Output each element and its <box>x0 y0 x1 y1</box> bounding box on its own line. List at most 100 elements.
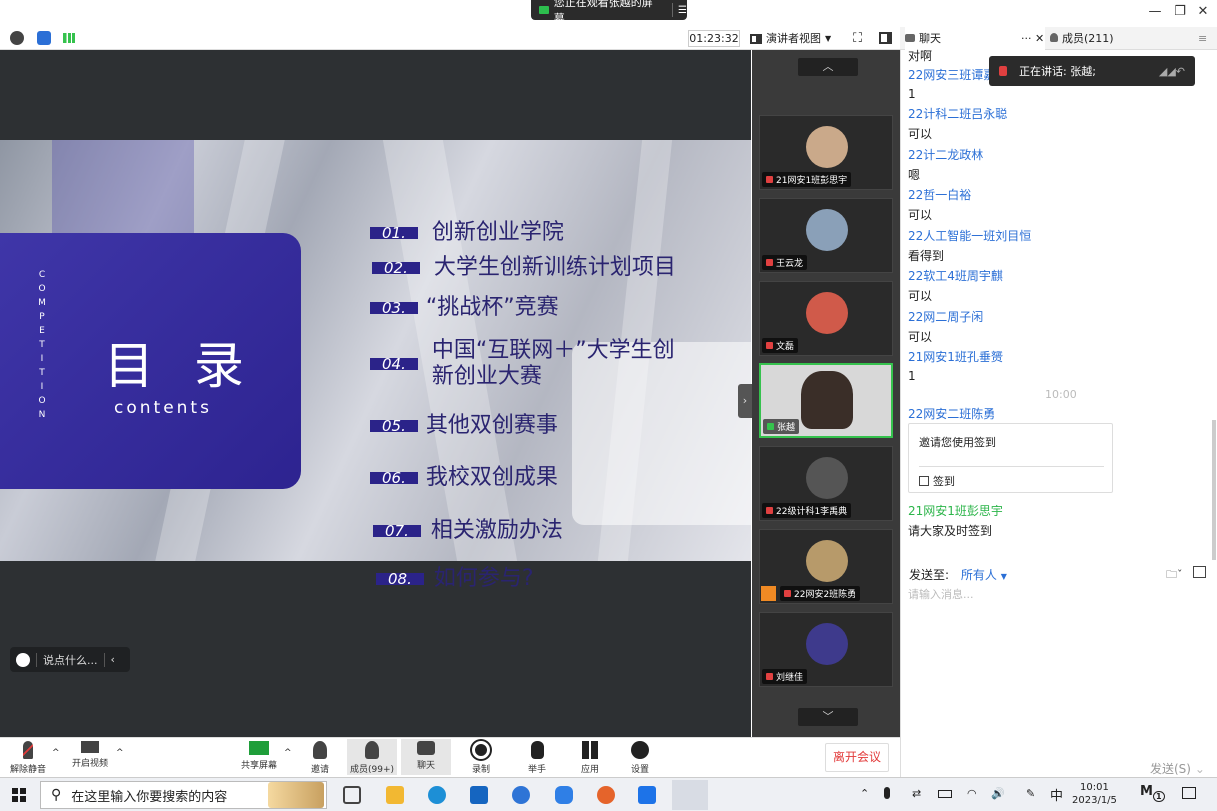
share-banner-text: 您正在观看张越的屏幕 <box>553 0 653 25</box>
clock-time: 10:01 <box>1080 782 1109 793</box>
shared-slide: COMPETITION 目 录 contents 01. 创新创业学院 02. … <box>0 140 751 561</box>
toc-number: 03. <box>370 301 418 316</box>
volume-icon[interactable]: 🔊 <box>991 787 1005 800</box>
screenshot-icon[interactable] <box>1193 566 1206 578</box>
video-tile[interactable]: 22级计科1李禹典 <box>759 446 893 521</box>
raise-hand-button[interactable]: 举手 <box>512 741 562 775</box>
fullscreen-icon[interactable]: ⛶ <box>853 31 862 46</box>
toc-number: 04. <box>370 357 418 372</box>
toc-number: 01. <box>370 226 418 241</box>
task-view-icon[interactable] <box>343 786 361 804</box>
panel-menu-icon[interactable]: ≡ <box>1198 27 1207 50</box>
send-button[interactable]: 发送(S) ⌄ <box>1150 760 1205 777</box>
video-tile[interactable]: 21网安1班彭思宇 <box>759 115 893 190</box>
shield-icon[interactable] <box>37 31 51 45</box>
video-tile[interactable]: 刘继佳 <box>759 612 893 687</box>
send-to-value[interactable]: 所有人 <box>961 568 997 582</box>
presenter-view-dropdown[interactable]: 演讲者视图 ▼ <box>750 30 831 47</box>
toc-number: 08. <box>376 572 424 587</box>
sign-in-action[interactable]: 签到 <box>919 473 955 489</box>
clock-date: 2023/1/5 <box>1072 795 1117 806</box>
avatar <box>806 540 848 582</box>
restore-button[interactable]: ❐ <box>1170 3 1190 21</box>
signal-icon[interactable] <box>63 33 75 43</box>
edge-icon[interactable] <box>428 786 446 804</box>
mail-icon[interactable] <box>470 786 488 804</box>
wifi-icon[interactable]: ◠ <box>967 787 977 800</box>
cloud-icon[interactable] <box>555 786 573 804</box>
invite-button[interactable]: 邀请 <box>295 741 345 775</box>
toc-text: 相关激励办法 <box>430 518 563 543</box>
scroll-up-button[interactable]: ︿ <box>798 58 858 76</box>
browser-icon[interactable] <box>512 786 530 804</box>
video-tile[interactable]: 22网安2班陈勇 <box>759 529 893 604</box>
scroll-down-button[interactable]: ﹀ <box>798 708 858 726</box>
chevron-up-icon[interactable]: ⌃ <box>860 787 869 800</box>
sidebar-toggle-icon[interactable] <box>879 32 892 44</box>
battery-icon[interactable] <box>938 790 952 798</box>
avatar <box>806 623 848 665</box>
comment-input[interactable]: 说点什么... ‹ <box>10 647 130 672</box>
ime-indicator[interactable]: 中 <box>1050 785 1063 804</box>
collapse-video-panel-button[interactable]: › <box>738 384 752 418</box>
record-button[interactable]: 录制 <box>456 741 506 775</box>
close-icon[interactable]: ✕ <box>1035 27 1044 50</box>
chat-time-divider: 10:00 <box>1045 388 1077 401</box>
chevron-up-icon[interactable]: ^ <box>116 748 124 758</box>
photos-icon[interactable] <box>638 786 656 804</box>
share-screen-icon <box>249 741 269 755</box>
divider <box>36 652 37 667</box>
leave-meeting-button[interactable]: 离开会议 <box>825 743 889 772</box>
chevron-down-icon[interactable]: ⌄ <box>1195 762 1205 776</box>
chat-message-input[interactable]: 请输入消息... <box>908 586 974 602</box>
gear-icon <box>631 741 649 759</box>
mic-muted-icon <box>766 507 773 514</box>
share-screen-button[interactable]: 共享屏幕 <box>234 741 284 771</box>
apps-button[interactable]: 应用 <box>565 741 615 775</box>
windows-start-icon[interactable] <box>12 788 26 802</box>
send-to-selector[interactable]: 发送至: 所有人 ▼ <box>909 566 1007 583</box>
mic-icon <box>999 66 1007 76</box>
chat-button[interactable]: 聊天 <box>401 739 451 775</box>
chevron-up-icon[interactable]: ^ <box>284 748 292 758</box>
pen-icon[interactable]: ✎ <box>1026 787 1035 800</box>
chat-scrollbar[interactable] <box>1212 420 1216 560</box>
close-window-button[interactable]: ✕ <box>1193 3 1213 21</box>
more-icon[interactable]: ··· <box>1021 27 1032 50</box>
search-highlight-image[interactable] <box>268 782 324 808</box>
chat-message-text: 可以 <box>908 208 933 222</box>
toc-text: 如何参与? <box>433 566 534 591</box>
settings-button[interactable]: 设置 <box>615 741 665 775</box>
user-icon <box>761 586 776 601</box>
speaking-indicator: 正在讲话: 张越; ◢◢↶ <box>989 56 1195 86</box>
network-icon[interactable]: ⇄ <box>912 787 921 800</box>
meeting-notification-icon[interactable]: M1 <box>1140 784 1165 802</box>
members-button[interactable]: 成员(99+) <box>347 739 397 775</box>
unmute-button[interactable]: 解除静音 <box>3 741 53 775</box>
mic-muted-icon <box>766 259 773 266</box>
notification-center-icon[interactable] <box>1182 787 1196 799</box>
sign-in-card[interactable]: 邀请您使用签到 签到 <box>908 423 1113 493</box>
screen-share-banner[interactable]: 您正在观看张越的屏幕 ☰ <box>531 0 687 25</box>
minimize-button[interactable]: — <box>1145 3 1165 21</box>
emoji-icon[interactable] <box>16 652 30 667</box>
chevron-up-icon[interactable]: ^ <box>52 748 60 758</box>
info-icon[interactable] <box>10 31 24 45</box>
tab-members[interactable]: 成员(211) <box>1050 27 1114 50</box>
toc-number: 05. <box>370 419 418 434</box>
chevron-left-icon[interactable]: ‹ <box>111 653 115 666</box>
video-tile-active-speaker[interactable]: 张越 <box>759 363 893 438</box>
chat-message-text: 1 <box>908 87 916 101</box>
mic-muted-icon <box>766 176 773 183</box>
folder-icon[interactable]: 🗀ˇ <box>1166 566 1183 585</box>
firefox-icon[interactable] <box>597 786 615 804</box>
video-tile[interactable]: 王云龙 <box>759 198 893 273</box>
mic-icon[interactable] <box>884 787 890 799</box>
video-tile[interactable]: 文磊 <box>759 281 893 356</box>
menu-icon[interactable]: ☰ <box>678 5 687 16</box>
start-video-button[interactable]: 开启视频 <box>65 741 115 769</box>
file-explorer-icon[interactable] <box>386 786 404 804</box>
meeting-app-icon[interactable] <box>672 780 708 810</box>
avatar <box>806 292 848 334</box>
taskbar-clock[interactable]: 10:01 2023/1/5 <box>1072 781 1117 807</box>
